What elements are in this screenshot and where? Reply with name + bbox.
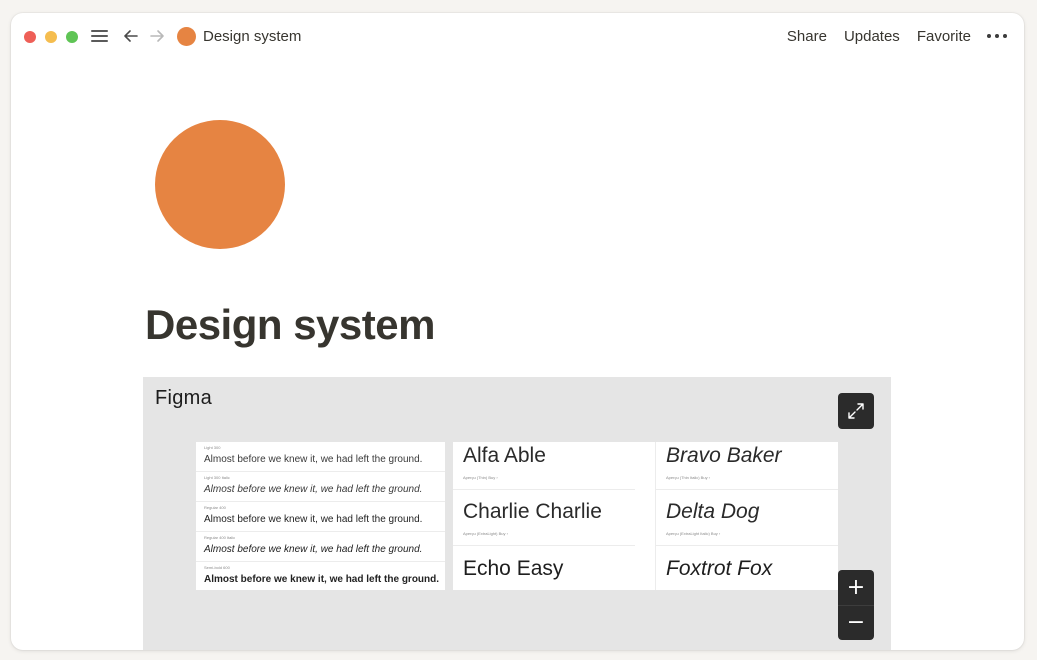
zoom-controls: + − [838,570,874,640]
weight-row: Regular 400 Italic Almost before we knew… [196,532,445,562]
arrow-right-icon[interactable] [148,27,166,45]
top-actions: Share Updates Favorite [787,27,971,46]
weight-row: Light 300 Italic Almost before we knew i… [196,472,445,502]
sample-cell: Charlie Charlie Aperçu (ExtraLight) Buy … [453,498,635,546]
close-window-button[interactable] [24,31,36,43]
type-weights-frame: Light 300 Almost before we knew it, we h… [196,442,445,590]
favorite-button[interactable]: Favorite [917,27,971,46]
sample-name: Delta Dog [666,500,760,523]
breadcrumb-title[interactable]: Design system [203,27,301,46]
sample-cell: Foxtrot Fox [656,555,838,590]
sample-cell: Alfa Able Aperçu (Thin) Buy › [453,442,635,490]
sample-meta: Aperçu (ExtraLight) Buy › [463,531,508,536]
breadcrumb-page-icon [177,27,196,46]
zoom-out-button[interactable]: − [838,605,874,640]
sample-cell: Delta Dog Aperçu (ExtraLight Italic) Buy… [656,498,838,546]
sample-meta: Aperçu (ExtraLight Italic) Buy › [666,531,721,536]
page-title[interactable]: Design system [145,301,435,349]
minimize-window-button[interactable] [45,31,57,43]
weight-label: Regular 400 Italic [204,535,236,540]
arrow-left-icon[interactable] [122,27,140,45]
page-icon[interactable] [155,120,285,249]
sample-meta: Aperçu (Thin Italic) Buy › [666,475,711,480]
hamburger-icon[interactable] [91,28,108,44]
weight-sample: Almost before we knew it, we had left th… [204,514,423,525]
weight-label: Light 300 Italic [204,475,230,480]
weight-sample: Almost before we knew it, we had left th… [204,544,423,555]
app-window: Design system Share Updates Favorite Des… [11,13,1024,650]
sample-name: Echo Easy [463,557,564,580]
updates-button[interactable]: Updates [844,27,900,46]
weight-label: Regular 400 [204,505,226,510]
more-horizontal-icon[interactable] [987,30,1007,42]
maximize-window-button[interactable] [66,31,78,43]
weight-label: Semi-bold 600 [204,565,230,570]
share-button[interactable]: Share [787,27,827,46]
divider [656,545,838,546]
embed-label: Figma [155,387,213,409]
sample-name: Alfa Able [463,444,546,467]
expand-icon [848,403,864,419]
sample-name: Bravo Baker [666,444,782,467]
weight-sample: Almost before we knew it, we had left th… [204,484,423,495]
divider [453,489,635,490]
zoom-in-button[interactable]: + [838,570,874,605]
figma-embed[interactable]: Figma Light 300 Almost before we knew it… [143,377,891,650]
top-bar: Design system Share Updates Favorite [11,13,1024,59]
weight-sample: Almost before we knew it, we had left th… [204,574,440,585]
weight-row: Regular 400 Almost before we knew it, we… [196,502,445,532]
divider [453,545,635,546]
sample-cell: Echo Easy [453,555,635,590]
weight-label: Light 300 [204,445,221,450]
sample-name: Foxtrot Fox [666,557,773,580]
sample-cell: Bravo Baker Aperçu (Thin Italic) Buy › [656,442,838,490]
sample-meta: Aperçu (Thin) Buy › [463,475,498,480]
weight-sample: Almost before we knew it, we had left th… [204,454,423,465]
divider [656,489,838,490]
type-samples-frame: Alfa Able Aperçu (Thin) Buy › Bravo Bake… [453,442,838,590]
weight-row: Semi-bold 600 Almost before we knew it, … [196,562,445,592]
expand-button[interactable] [838,393,874,429]
sample-name: Charlie Charlie [463,500,602,523]
weight-row: Light 300 Almost before we knew it, we h… [196,442,445,472]
